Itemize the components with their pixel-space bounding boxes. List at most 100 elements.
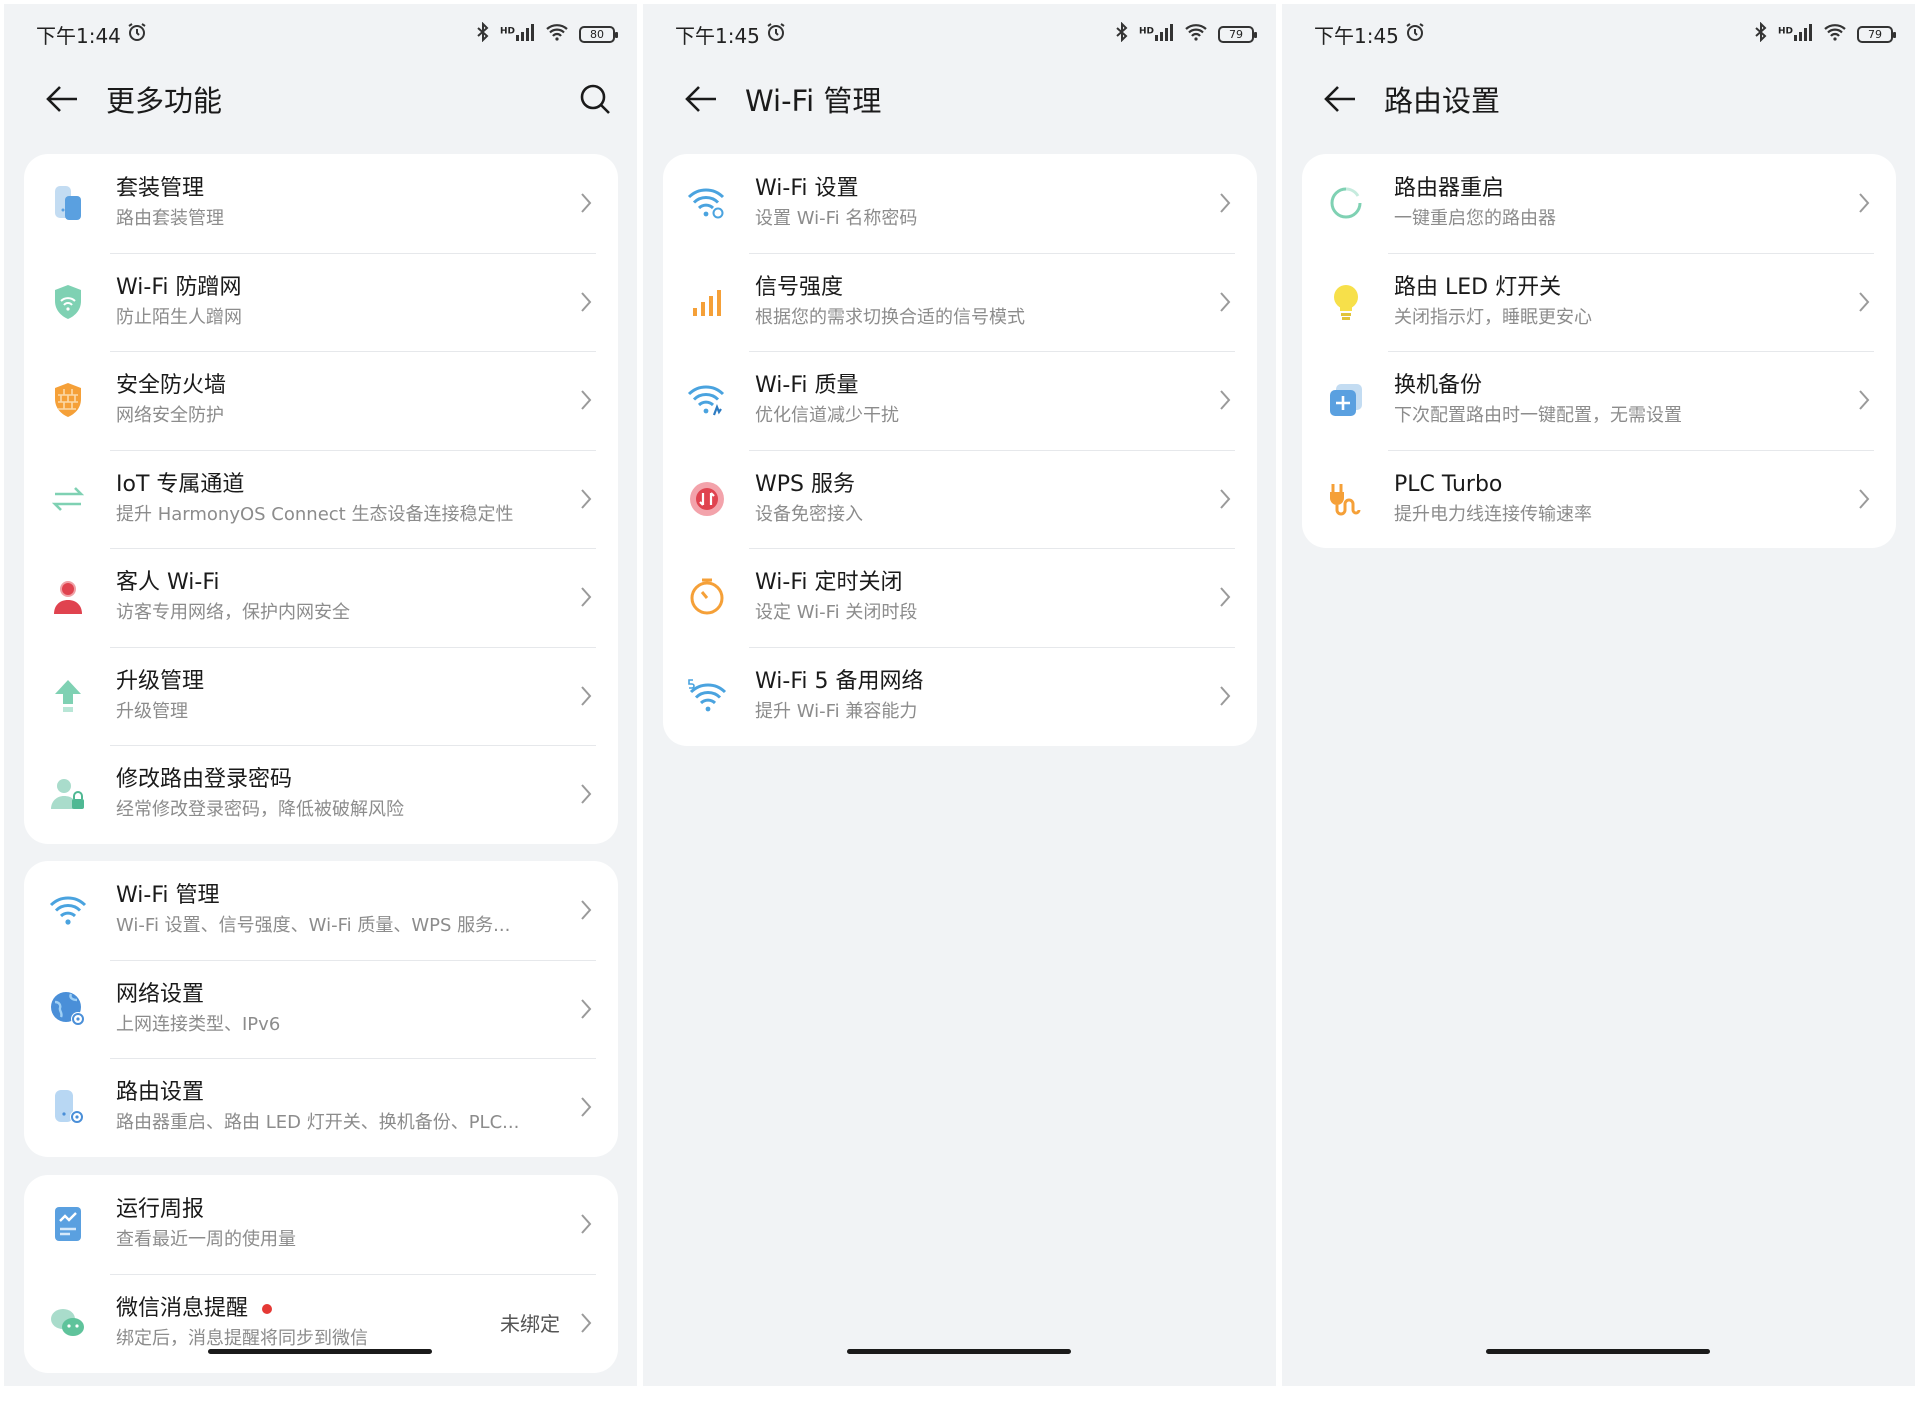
binding-status: 未绑定 [500, 1312, 560, 1337]
item-subtitle: 路由器重启、路由 LED 灯开关、换机备份、PLC... [116, 1112, 520, 1134]
backup-icon [1324, 378, 1368, 422]
home-indicator[interactable] [208, 1349, 432, 1354]
wechat-icon [46, 1301, 90, 1345]
list-item-wifi-settings[interactable]: Wi-Fi 设置设置 Wi-Fi 名称密码 [663, 154, 1257, 253]
list-item-firewall[interactable]: 安全防火墙 网络安全防护 [24, 351, 618, 450]
item-subtitle: 上网连接类型、IPv6 [116, 1013, 281, 1035]
chevron-right-icon [576, 386, 596, 414]
chevron-right-icon [1854, 189, 1874, 217]
list-item-backup[interactable]: 换机备份 下次配置路由时一键配置，无需设置 [1302, 351, 1896, 450]
list-item-suite[interactable]: 套装管理 路由套装管理 [24, 154, 618, 253]
list-item-router-settings[interactable]: 路由设置路由器重启、路由 LED 灯开关、换机备份、PLC... [24, 1058, 618, 1157]
item-title: Wi-Fi 设置 [755, 176, 859, 202]
list-item-iot-channel[interactable]: IoT 专属通道提升 HarmonyOS Connect 生态设备连接稳定性 [24, 449, 618, 549]
router-settings-icon [46, 1085, 90, 1129]
list-item-network-settings[interactable]: 网络设置 上网连接类型、IPv6 [24, 959, 618, 1059]
chevron-right-icon [576, 682, 596, 710]
report-icon [46, 1202, 90, 1246]
chevron-right-icon [576, 1093, 596, 1121]
status-bar: 下午1:45 HD 79 [1282, 4, 1915, 64]
home-indicator[interactable] [847, 1349, 1071, 1354]
item-subtitle: 设置 Wi-Fi 名称密码 [755, 208, 918, 230]
item-title: 路由设置 [116, 1080, 205, 1106]
timer-icon [685, 575, 729, 619]
item-subtitle: 查看最近一周的使用量 [116, 1229, 296, 1251]
list-item-signal-strength[interactable]: 信号强度 根据您的需求切换合适的信号模式 [663, 252, 1257, 352]
list-item-wifi-quality[interactable]: Wi-Fi 质量 优化信道减少干扰 [663, 351, 1257, 450]
chevron-right-icon [1215, 189, 1235, 217]
battery-icon: 79 [1218, 25, 1257, 43]
list-item-router-restart[interactable]: 路由器重启 一键重启您的路由器 [1302, 154, 1896, 253]
list-item-change-password[interactable]: 修改路由登录密码 经常修改登录密码，降低被破解风险 [24, 745, 618, 844]
bulb-icon [1324, 280, 1368, 324]
chevron-right-icon [1215, 583, 1235, 611]
router-set-icon [46, 181, 90, 225]
item-title: Wi-Fi 防蹭网 [116, 274, 242, 300]
item-title: 信号强度 [755, 274, 844, 300]
list-item-wechat-reminder[interactable]: 微信消息提醒 绑定后，消息提醒将同步到微信 未绑定 [24, 1273, 618, 1373]
page-title: 更多功能 [106, 84, 223, 118]
battery-icon: 79 [1857, 25, 1896, 43]
page-title: Wi-Fi 管理 [745, 84, 882, 118]
item-title: 路由 LED 灯开关 [1394, 274, 1562, 300]
list-item-plc-turbo[interactable]: PLC Turbo 提升电力线连接传输速率 [1302, 449, 1896, 549]
bluetooth-icon [476, 21, 490, 47]
list-item-upgrade[interactable]: 升级管理 升级管理 [24, 646, 618, 746]
chevron-right-icon [1854, 386, 1874, 414]
item-subtitle: 提升电力线连接传输速率 [1394, 503, 1592, 525]
back-arrow-icon[interactable] [683, 81, 719, 117]
list-item-wifi-timer[interactable]: Wi-Fi 定时关闭 设定 Wi-Fi 关闭时段 [663, 548, 1257, 647]
battery-icon: 80 [579, 25, 618, 43]
item-title: 升级管理 [116, 668, 205, 694]
item-subtitle: 设备免密接入 [755, 503, 863, 525]
list-item-weekly-report[interactable]: 运行周报查看最近一周的使用量 [24, 1175, 618, 1274]
item-subtitle: 路由套装管理 [116, 208, 224, 230]
list-item-wifi5-backup[interactable]: Wi-Fi 5 备用网络 提升 Wi-Fi 兼容能力 [663, 646, 1257, 746]
item-title: 微信消息提醒 [116, 1295, 249, 1321]
item-title: IoT 专属通道 [116, 471, 245, 497]
item-subtitle: 提升 Wi-Fi 兼容能力 [755, 700, 918, 722]
search-icon[interactable] [575, 79, 615, 119]
firewall-icon [46, 378, 90, 422]
wps-icon [685, 477, 729, 521]
chevron-right-icon [576, 1309, 596, 1337]
wifi-settings-icon [685, 181, 729, 225]
cellular-signal-icon: HD [1778, 22, 1813, 46]
list-item-wifi-management[interactable]: Wi-Fi 管理 Wi-Fi 设置、信号强度、Wi-Fi 质量、WPS 服务... [24, 861, 618, 960]
bluetooth-icon [1754, 21, 1768, 47]
chevron-right-icon [1215, 485, 1235, 513]
list-item-guest-wifi[interactable]: 客人 Wi-Fi 访客专用网络，保护内网安全 [24, 548, 618, 647]
chevron-right-icon [576, 995, 596, 1023]
chevron-right-icon [576, 189, 596, 217]
list-item-led-switch[interactable]: 路由 LED 灯开关关闭指示灯，睡眠更安心 [1302, 252, 1896, 352]
restart-icon [1324, 181, 1368, 225]
user-lock-icon [46, 772, 90, 816]
top-bar: Wi-Fi 管理 [643, 64, 1276, 134]
item-subtitle: Wi-Fi 设置、信号强度、Wi-Fi 质量、WPS 服务... [116, 915, 511, 937]
item-title: Wi-Fi 定时关闭 [755, 570, 903, 596]
item-subtitle: 关闭指示灯，睡眠更安心 [1394, 306, 1592, 328]
chevron-right-icon [576, 780, 596, 808]
list-item-wps-service[interactable]: WPS 服务 设备免密接入 [663, 449, 1257, 549]
wifi-quality-icon [685, 378, 729, 422]
router-settings-screen: 下午1:45 HD 79 路由设置 路由器重启 一键重启您的路由器 路由 LED … [1282, 4, 1915, 1386]
feature-group-3: 运行周报查看最近一周的使用量 微信消息提醒 绑定后，消息提醒将同步到微信 未绑定 [24, 1175, 618, 1373]
bluetooth-icon [1115, 21, 1129, 47]
wifi-status-icon [1184, 22, 1208, 46]
item-title: PLC Turbo [1394, 471, 1503, 497]
chevron-right-icon [1215, 288, 1235, 316]
chevron-right-icon [576, 896, 596, 924]
home-indicator[interactable] [1486, 1349, 1710, 1354]
guest-icon [46, 575, 90, 619]
item-title: 运行周报 [116, 1197, 205, 1223]
item-subtitle: 提升 HarmonyOS Connect 生态设备连接稳定性 [116, 503, 514, 525]
back-arrow-icon[interactable] [1322, 81, 1358, 117]
shield-icon [46, 280, 90, 324]
wifi-icon [46, 888, 90, 932]
signal-bars-icon [685, 280, 729, 324]
item-subtitle: 防止陌生人蹭网 [116, 306, 242, 328]
feature-group-1: 套装管理 路由套装管理 Wi-Fi 防蹭网 防止陌生人蹭网 安全防火墙 网络安全防护 … [24, 154, 618, 844]
list-item-anti-freeload[interactable]: Wi-Fi 防蹭网防止陌生人蹭网 [24, 252, 618, 352]
chevron-right-icon [576, 583, 596, 611]
back-arrow-icon[interactable] [44, 81, 80, 117]
